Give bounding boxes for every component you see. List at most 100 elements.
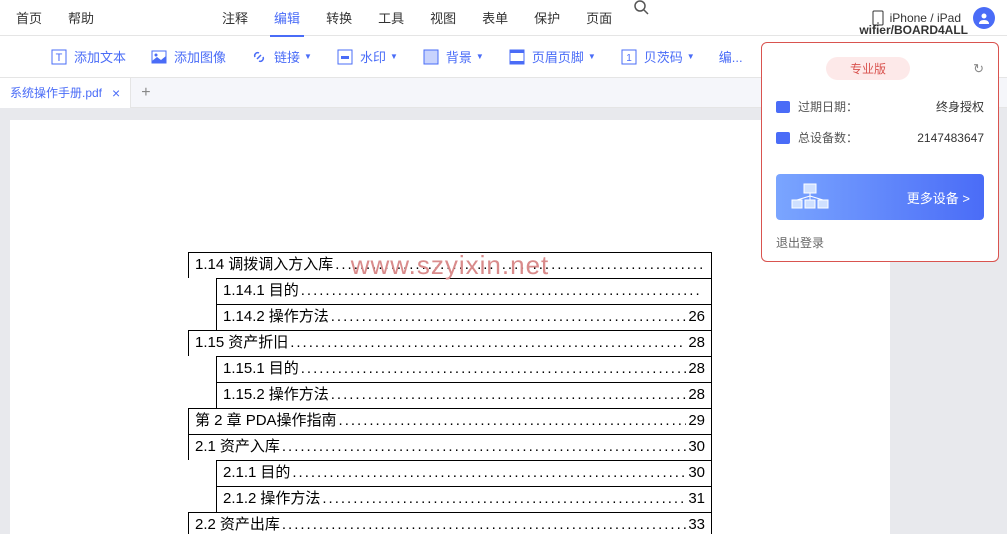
header-footer-label: 页眉页脚 xyxy=(532,47,584,66)
menu-help[interactable]: 帮助 xyxy=(64,0,98,35)
devices-value: 2147483647 xyxy=(917,131,984,145)
pro-badge: 专业版 xyxy=(826,57,910,80)
header-footer-icon xyxy=(508,48,526,66)
toc-leader: ........................................… xyxy=(282,516,686,533)
toc-title: 资产出库 xyxy=(220,513,282,534)
toc-number: 2.2 xyxy=(189,516,220,533)
menu-protect[interactable]: 保护 xyxy=(530,0,564,35)
toc-title: 调拨调入方入库 xyxy=(228,253,335,274)
toc-number: 1.14.1 xyxy=(217,282,269,299)
menu-view[interactable]: 视图 xyxy=(426,0,460,35)
chevron-down-icon: ▼ xyxy=(304,52,312,61)
toc-title: 资产折旧 xyxy=(228,331,290,352)
menu-tools[interactable]: 工具 xyxy=(374,0,408,35)
bates-button[interactable]: 1 贝茨码 ▼ xyxy=(620,47,695,66)
toc-leader: ........................................… xyxy=(339,412,687,429)
toc-title: 操作方法 xyxy=(260,487,322,508)
link-button[interactable]: 链接 ▼ xyxy=(250,47,312,66)
background-button[interactable]: 背景 ▼ xyxy=(422,47,484,66)
devices-label: 总设备数： xyxy=(798,129,917,146)
edit-more-button[interactable]: 编... xyxy=(719,47,743,66)
toc-title: 目的 xyxy=(269,357,301,378)
svg-text:1: 1 xyxy=(626,53,632,64)
toc-row: 第 2 章PDA操作指南............................… xyxy=(188,408,712,434)
devices-row: 总设备数： 2147483647 xyxy=(776,129,984,146)
toc-page: 33 xyxy=(686,516,711,533)
svg-text:T: T xyxy=(56,52,63,64)
watermark-icon xyxy=(336,48,354,66)
toc-page: 30 xyxy=(686,438,711,455)
chevron-down-icon: ▼ xyxy=(588,52,596,61)
devices-graphic-icon xyxy=(790,182,830,212)
toc-title: 资产入库 xyxy=(220,435,282,456)
menu-page[interactable]: 页面 xyxy=(582,0,616,35)
watermark-label: 水印 xyxy=(360,47,386,66)
toc-row: 2.2资产出库.................................… xyxy=(188,512,712,534)
chevron-down-icon: ▼ xyxy=(390,52,398,61)
toc-leader: ........................................… xyxy=(331,308,687,325)
toc-title: 操作方法 xyxy=(269,383,331,404)
menu-center-group: 注释 编辑 转换 工具 视图 表单 保护 页面 xyxy=(218,0,649,35)
toc-number: 1.14 xyxy=(189,256,228,273)
menu-home[interactable]: 首页 xyxy=(12,0,46,35)
toc-page: 26 xyxy=(686,308,711,325)
text-icon: T xyxy=(50,48,68,66)
toc-row: 1.15.2操作方法..............................… xyxy=(216,382,712,408)
user-avatar[interactable] xyxy=(973,7,995,29)
toc-row: 1.14.2操作方法..............................… xyxy=(216,304,712,330)
toc-number: 2.1.1 xyxy=(217,464,260,481)
person-icon xyxy=(978,12,990,24)
toc-number: 2.1.2 xyxy=(217,490,260,507)
toc-leader: ........................................… xyxy=(301,360,687,377)
close-tab-icon[interactable]: × xyxy=(112,85,120,101)
toc-row: 1.15资产折旧................................… xyxy=(188,330,712,356)
header-footer-button[interactable]: 页眉页脚 ▼ xyxy=(508,47,596,66)
toc-title: 操作方法 xyxy=(269,305,331,326)
expire-row: 过期日期： 终身授权 xyxy=(776,98,984,115)
toc-leader: ........................................… xyxy=(282,438,686,455)
toc-page: 30 xyxy=(686,464,711,481)
add-text-button[interactable]: T 添加文本 xyxy=(50,47,126,66)
toc-title: 目的 xyxy=(260,461,292,482)
logout-button[interactable]: 退出登录 xyxy=(776,234,984,251)
toc-title: PDA操作指南 xyxy=(246,409,339,430)
toc-row: 2.1.1目的.................................… xyxy=(216,460,712,486)
expire-value: 终身授权 xyxy=(936,98,984,115)
expire-label: 过期日期： xyxy=(798,98,936,115)
toc-row: 2.1.2操作方法...............................… xyxy=(216,486,712,512)
menu-annotate[interactable]: 注释 xyxy=(218,0,252,35)
calendar-icon xyxy=(776,101,790,113)
panel-header: 专业版 ↻ xyxy=(776,57,984,80)
refresh-icon[interactable]: ↻ xyxy=(973,61,984,77)
background-label: 背景 xyxy=(446,47,472,66)
toc-number: 1.14.2 xyxy=(217,308,269,325)
menubar: 首页 帮助 注释 编辑 转换 工具 视图 表单 保护 页面 iPhone / i… xyxy=(0,0,1007,36)
toc-page: 28 xyxy=(686,334,711,351)
toc-page: 28 xyxy=(686,386,711,403)
menu-edit[interactable]: 编辑 xyxy=(270,0,304,35)
toc-row: 1.14.1目的................................… xyxy=(216,278,712,304)
toc-leader: ........................................… xyxy=(301,282,703,299)
watermark-button[interactable]: 水印 ▼ xyxy=(336,47,398,66)
pdf-page: www.szyixin.net 1.14调拨调入方入库.............… xyxy=(10,120,890,534)
table-of-contents: 1.14调拨调入方入库.............................… xyxy=(10,252,890,534)
image-icon xyxy=(150,48,168,66)
add-tab-button[interactable]: + xyxy=(131,84,160,102)
background-icon xyxy=(422,48,440,66)
menu-forms[interactable]: 表单 xyxy=(478,0,512,35)
user-account-panel: wifier/BOARD4ALL 专业版 ↻ 过期日期： 终身授权 总设备数： … xyxy=(761,42,999,262)
search-icon[interactable] xyxy=(634,0,649,35)
menu-left-group: 首页 帮助 xyxy=(12,0,98,35)
add-image-button[interactable]: 添加图像 xyxy=(150,47,226,66)
toc-row: 1.15.1目的................................… xyxy=(216,356,712,382)
toc-number: 1.15 xyxy=(189,334,228,351)
document-tab[interactable]: 系统操作手册.pdf × xyxy=(0,78,131,108)
username-label: wifier/BOARD4ALL xyxy=(859,23,968,37)
more-devices-button[interactable]: 更多设备 > xyxy=(776,174,984,220)
toc-number: 1.15.2 xyxy=(217,386,269,403)
link-icon xyxy=(250,48,268,66)
toc-number: 1.15.1 xyxy=(217,360,269,377)
menu-convert[interactable]: 转换 xyxy=(322,0,356,35)
monitor-icon xyxy=(776,132,790,144)
toc-title: 目的 xyxy=(269,279,301,300)
